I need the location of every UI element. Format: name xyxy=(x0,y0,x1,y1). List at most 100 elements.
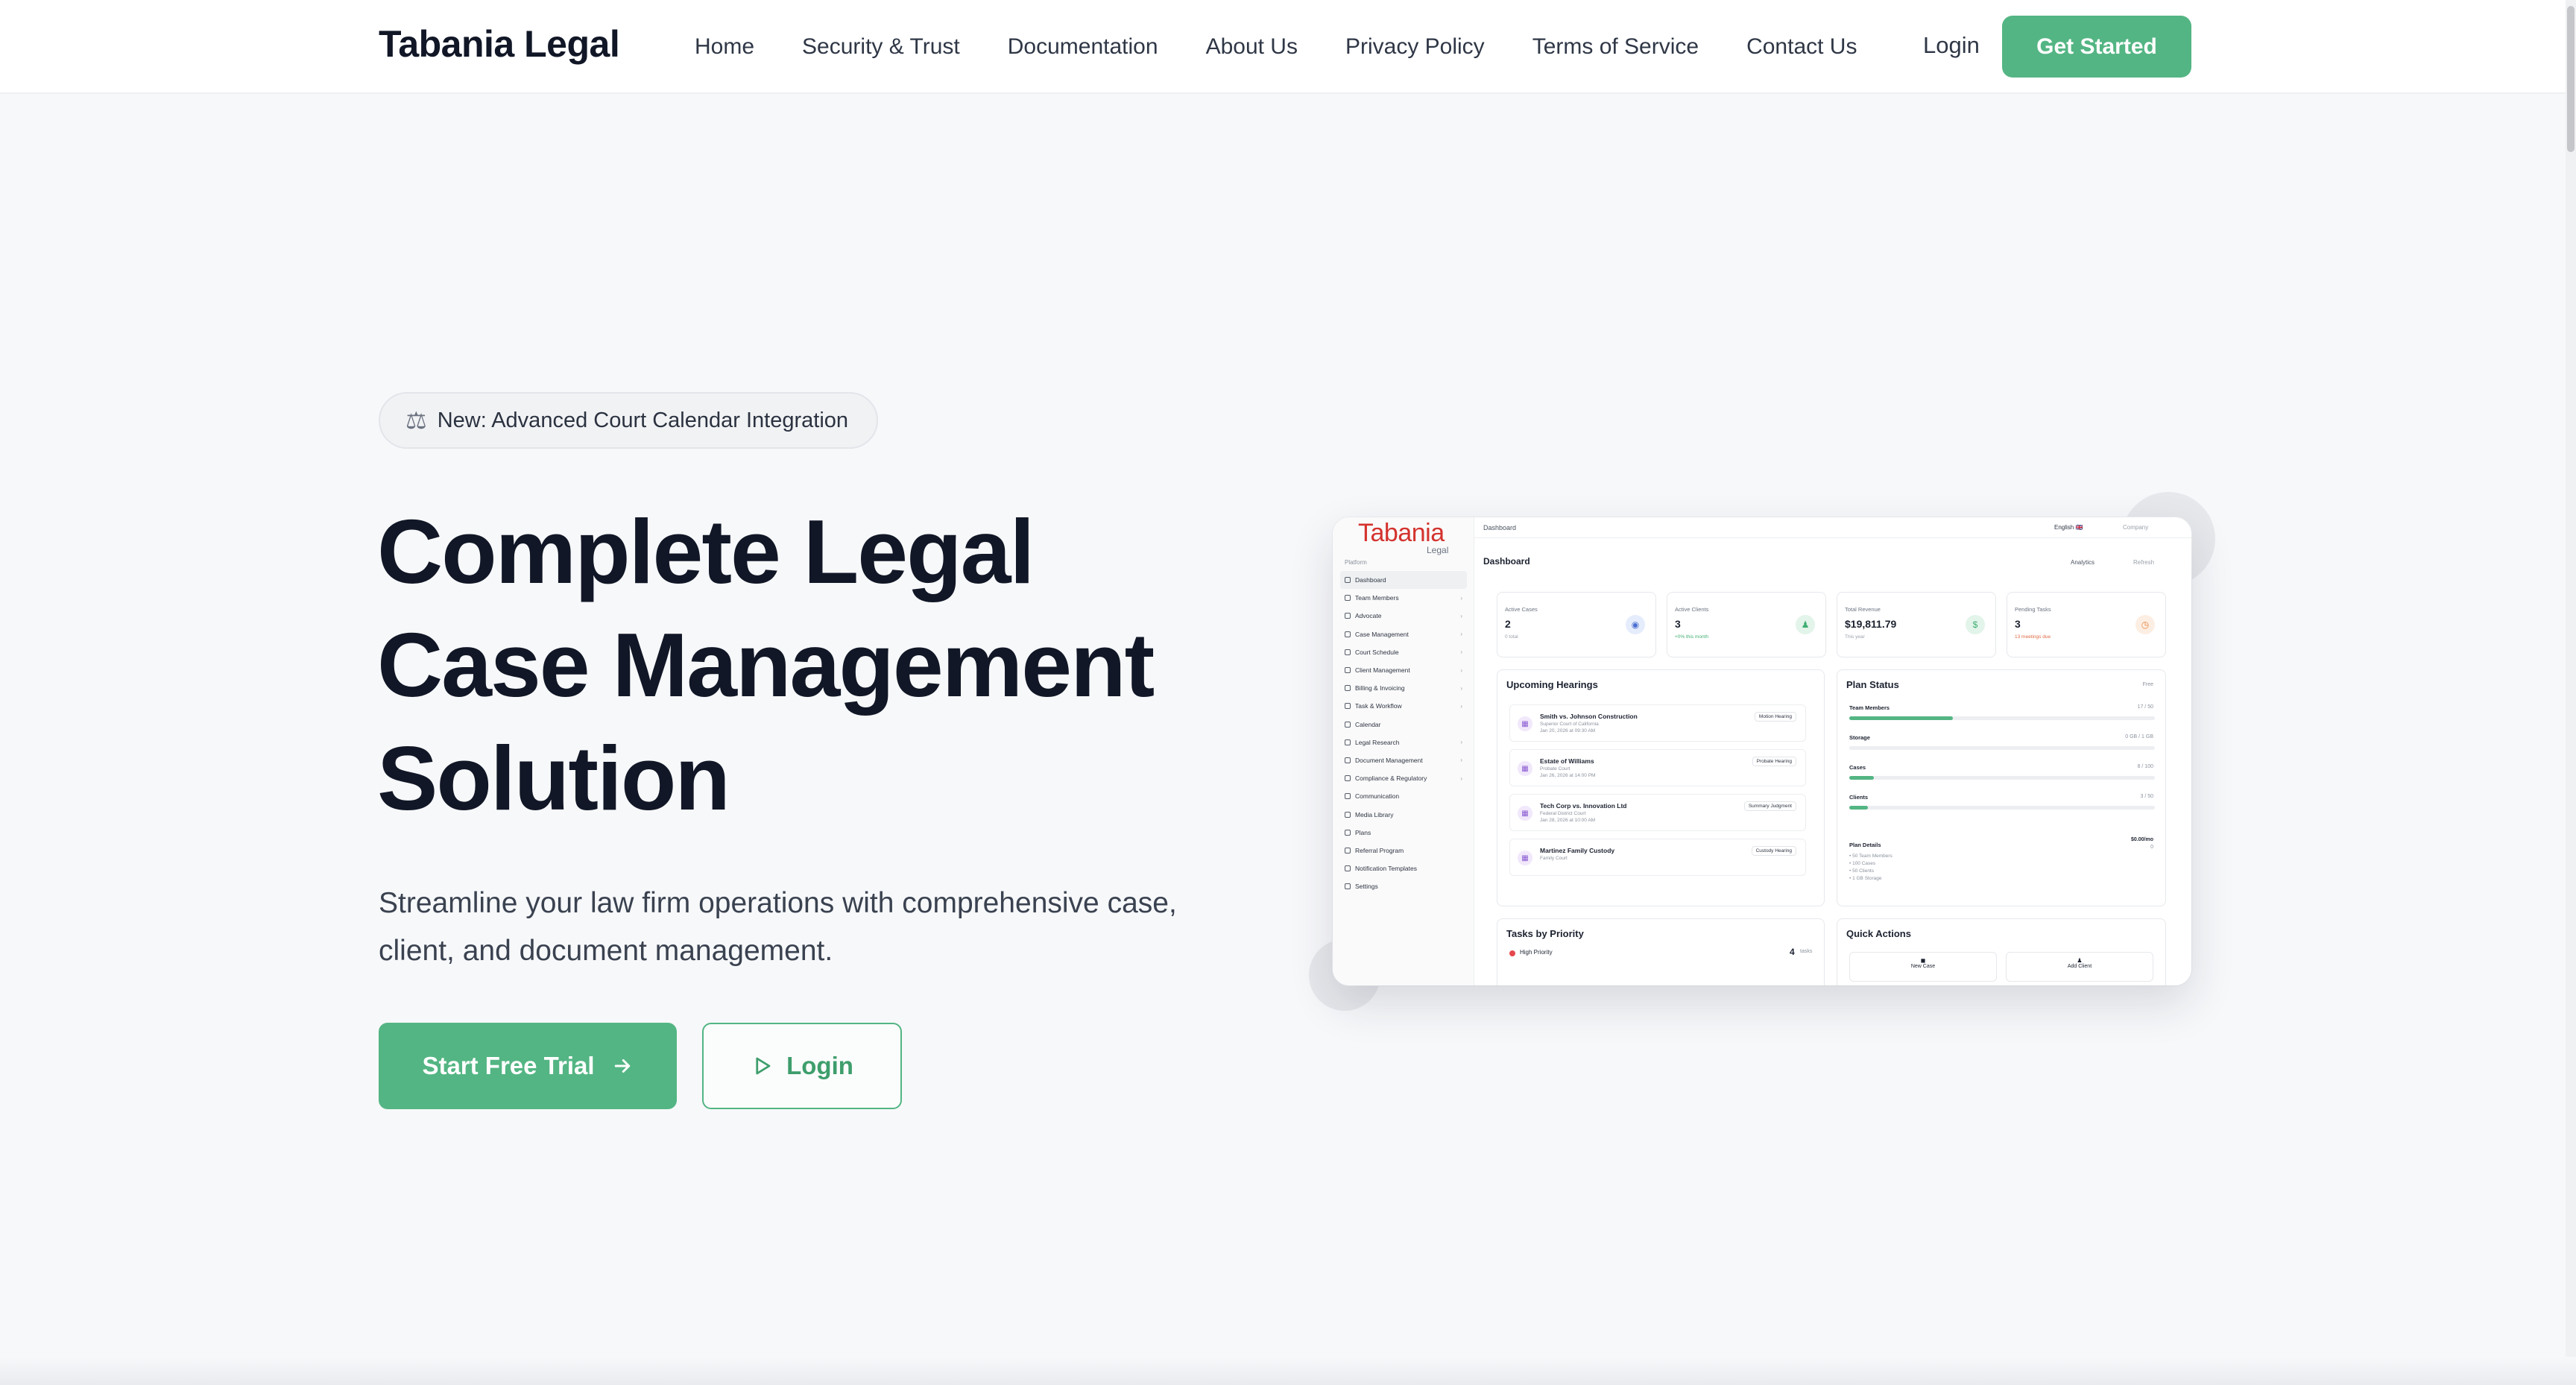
menu-item-label: Billing & Invoicing xyxy=(1355,684,1405,692)
nav-about-us[interactable]: About Us xyxy=(1206,34,1298,60)
quick-action-add-client: ♟ Add Client xyxy=(2006,952,2153,982)
nav-terms-of-service[interactable]: Terms of Service xyxy=(1532,34,1699,60)
preview-menu-item: Notification Templates xyxy=(1340,859,1467,877)
menu-item-icon xyxy=(1345,847,1351,854)
add-user-icon: ♟ xyxy=(2077,957,2083,964)
menu-item-label: Legal Research xyxy=(1355,738,1400,746)
priority-count: 4 xyxy=(1790,947,1795,957)
menu-item-icon xyxy=(1345,739,1351,745)
menu-item-label: Settings xyxy=(1355,883,1378,891)
menu-item-icon xyxy=(1345,595,1351,602)
plan-usage-fill xyxy=(1849,776,1874,780)
hearing-item: ▦ Estate of Williams Probate Court Jan 2… xyxy=(1509,749,1806,786)
preview-menu-item: Task & Workflow › xyxy=(1340,697,1467,715)
page-scrollbar[interactable] xyxy=(2566,0,2576,1385)
plan-usage-label: Clients xyxy=(1849,794,1869,801)
stat-card-active-clients: Active Clients 3 +0% this month ♟ xyxy=(1667,592,1826,657)
menu-item-icon xyxy=(1345,685,1351,692)
brand-logo[interactable]: Tabania Legal xyxy=(379,22,620,66)
nav-documentation[interactable]: Documentation xyxy=(1008,34,1158,60)
menu-item-icon xyxy=(1345,703,1351,710)
hearing-title: Martinez Family Custody xyxy=(1540,847,1615,854)
menu-item-label: Compliance & Regulatory xyxy=(1355,774,1427,783)
chevron-right-icon: › xyxy=(1460,631,1462,638)
stat-sub: +0% this month xyxy=(1675,634,1708,640)
hearing-court: Family Court xyxy=(1540,856,1568,861)
nav-security-trust[interactable]: Security & Trust xyxy=(802,34,960,60)
scrollbar-thumb[interactable] xyxy=(2567,6,2575,152)
preview-logo: Tabania xyxy=(1358,519,1445,547)
hearing-date: Jan 20, 2026 at 09:30 AM xyxy=(1540,728,1596,733)
plan-detail-item: • 100 Cases xyxy=(1849,861,1876,866)
start-free-trial-label: Start Free Trial xyxy=(422,1052,595,1079)
stat-sub: This year xyxy=(1845,634,1865,640)
preview-company: Company xyxy=(2123,524,2149,531)
menu-item-icon xyxy=(1345,721,1351,728)
stat-card-active-cases: Active Cases 2 0 total ◉ xyxy=(1497,592,1656,657)
top-navigation-bar: Tabania Legal Home Security & Trust Docu… xyxy=(0,0,2576,94)
start-free-trial-button[interactable]: Start Free Trial xyxy=(379,1023,677,1109)
chevron-right-icon: › xyxy=(1460,649,1462,656)
stat-label: Active Cases xyxy=(1505,606,1538,613)
plan-detail-item: • 50 Clients xyxy=(1849,868,1874,874)
stat-value: 3 xyxy=(1675,618,1681,630)
nav-privacy-policy[interactable]: Privacy Policy xyxy=(1345,34,1485,60)
hearing-court: Federal District Court xyxy=(1540,811,1586,816)
menu-item-label: Communication xyxy=(1355,792,1400,801)
announcement-badge[interactable]: ⚖ New: Advanced Court Calendar Integrati… xyxy=(379,392,878,449)
preview-menu-item: Case Management › xyxy=(1340,625,1467,643)
menu-item-icon xyxy=(1345,577,1351,584)
plan-status-card: Plan Status Free Team Members 17 / 50 Stor… xyxy=(1837,669,2166,906)
plan-status-title: Plan Status xyxy=(1846,679,1899,690)
menu-item-label: Document Management xyxy=(1355,756,1423,764)
preview-menu-item: Dashboard xyxy=(1340,571,1467,590)
preview-topbar: Dashboard English 🇬🇧 Company xyxy=(1474,517,2191,538)
stat-sub: 0 total xyxy=(1505,634,1518,640)
get-started-button[interactable]: Get Started xyxy=(2002,16,2191,78)
plan-badge: Free xyxy=(2142,682,2153,687)
plan-detail-item: • 1 GB Storage xyxy=(1849,876,1882,881)
preview-menu-item: Plans xyxy=(1340,824,1467,842)
scale-icon: ⚖ xyxy=(405,407,427,434)
menu-item-label: Referral Program xyxy=(1355,846,1404,854)
preview-menu-item: Advocate › xyxy=(1340,607,1467,625)
stat-value: 2 xyxy=(1505,618,1511,630)
preview-refresh: Refresh xyxy=(2133,559,2155,566)
plan-price-sub: 0 xyxy=(2150,845,2153,850)
stat-value: $19,811.79 xyxy=(1845,618,1897,630)
preview-menu-item: Communication xyxy=(1340,787,1467,805)
menu-item-icon xyxy=(1345,757,1351,763)
hero-title-line-3: Solution xyxy=(377,728,730,829)
menu-item-label: Media Library xyxy=(1355,810,1394,818)
priority-dot-icon xyxy=(1509,950,1515,956)
preview-menu-item: Billing & Invoicing › xyxy=(1340,679,1467,697)
calendar-icon: ▦ xyxy=(1518,761,1532,776)
nav-home[interactable]: Home xyxy=(695,34,754,60)
preview-menu-item: Calendar xyxy=(1340,716,1467,733)
hero-login-button[interactable]: Login xyxy=(702,1023,902,1109)
plan-usage-fill xyxy=(1849,716,1954,720)
menu-item-icon xyxy=(1345,811,1351,818)
hero-subtitle-line-1: Streamline your law firm operations with… xyxy=(379,887,1177,919)
preview-breadcrumb: Dashboard xyxy=(1483,524,1517,531)
plan-usage-fill xyxy=(1849,806,1868,810)
plan-usage-value: 8 / 100 xyxy=(2137,764,2153,769)
plan-usage-bar xyxy=(1849,716,2155,720)
priority-label: High Priority xyxy=(1520,949,1553,956)
preview-menu-item: Team Members › xyxy=(1340,589,1467,607)
users-icon: ♟ xyxy=(1796,615,1815,634)
nav-contact-us[interactable]: Contact Us xyxy=(1746,34,1857,60)
header-login-link[interactable]: Login xyxy=(1923,32,1980,59)
chevron-right-icon: › xyxy=(1460,666,1462,674)
main-nav: Home Security & Trust Documentation Abou… xyxy=(695,0,1857,94)
preview-analytics: Analytics xyxy=(2071,559,2095,566)
hero-login-label: Login xyxy=(786,1052,853,1079)
preview-page-title: Dashboard xyxy=(1483,556,1530,567)
preview-logo-sub: Legal xyxy=(1427,545,1449,555)
calendar-icon: ▦ xyxy=(1518,851,1532,865)
preview-sidebar: Tabania Legal Platform Dashboard Team Mem… xyxy=(1333,517,1474,985)
quick-actions-title: Quick Actions xyxy=(1846,928,1911,939)
announcement-text: New: Advanced Court Calendar Integration xyxy=(437,408,849,432)
hearing-court: Superior Court of California xyxy=(1540,722,1599,727)
plan-details-label: Plan Details xyxy=(1849,842,1881,848)
